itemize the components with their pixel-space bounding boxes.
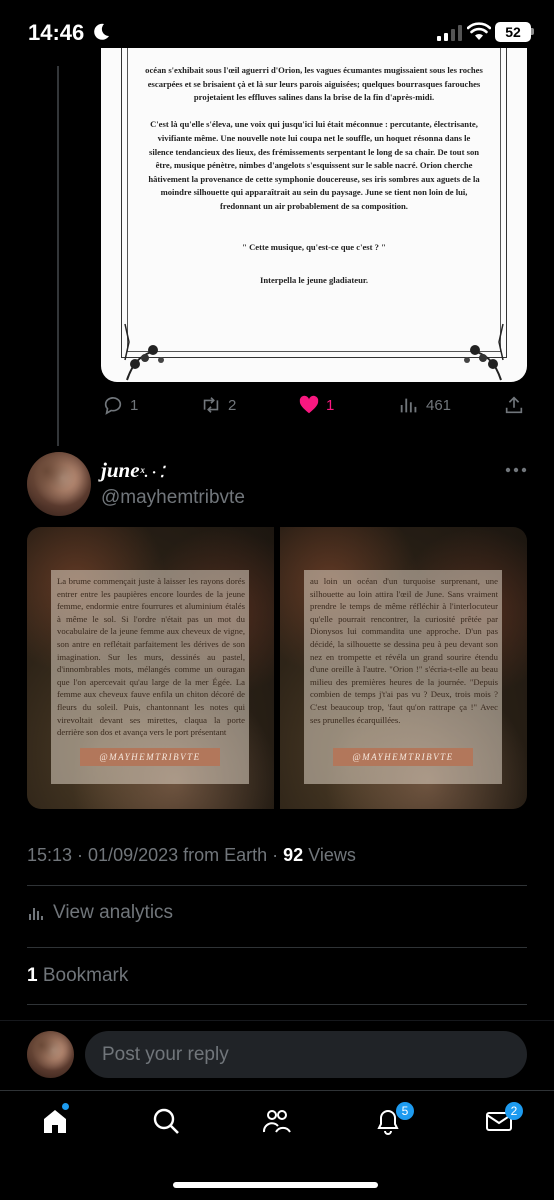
author-avatar[interactable] [27,452,91,516]
notifications-badge: 5 [396,1102,414,1120]
card-text: océan s'exhibait sous l'œil aguerri d'Or… [145,64,483,301]
card-paragraph: océan s'exhibait sous l'œil aguerri d'Or… [145,65,483,103]
home-icon[interactable] [40,1106,70,1136]
card-paragraph: " Cette musique, qu'est-ce que c'est ? " [242,241,386,252]
author-name[interactable]: juneˣ. · ⁚ [101,458,164,483]
reply-count: 1 [130,396,139,414]
heart-icon [299,395,319,414]
analytics-icon [29,908,43,920]
tweet-view-count: 92 [283,845,304,865]
photo-watermark: @MAYHEMTRIBVTE [80,748,220,766]
media-photo-right[interactable]: au loin un océan d'un turquoise surprena… [280,527,527,809]
communities-icon[interactable] [262,1106,292,1136]
reply-input[interactable]: Post your reply [85,1031,527,1078]
bookmark-count-link[interactable]: 1 Bookmark [27,965,128,987]
reply-icon [104,397,122,415]
card-paragraph: Interpella le jeune gladiateur. [259,275,369,286]
share-action[interactable] [503,394,525,416]
repost-action[interactable]: 2 [200,394,236,416]
battery-tip [531,28,534,35]
bookmark-label: Bookmark [37,965,129,986]
view-analytics-label: View analytics [53,902,174,923]
media-photo-left[interactable]: La brume commençait juste à laisser les … [27,527,274,809]
story-card-image[interactable]: océan s'exhibait sous l'œil aguerri d'Or… [101,48,527,382]
author-name-decoration: ˣ. · ⁚ [139,465,165,481]
home-unread-dot [62,1103,69,1110]
reply-action[interactable]: 1 [102,394,138,416]
search-icon[interactable] [151,1106,181,1136]
bookmark-count: 1 [27,965,38,986]
status-time: 14:46 [28,20,85,45]
messages-badge: 2 [505,1102,523,1120]
photo-text: La brume commençait juste à laisser les … [57,576,245,738]
like-action[interactable]: 1 [298,394,334,416]
tweet-timestamp: 15:13 · 01/09/2023 from Earth · [27,845,284,865]
cellular-signal-icon [437,25,462,41]
like-count: 1 [326,396,335,414]
tweet-views-label: Views [303,845,356,865]
photo-text: au loin un océan d'un turquoise surprena… [310,576,498,725]
more-options-icon[interactable] [505,466,527,474]
author-name-text: june [101,458,140,482]
share-icon [505,396,523,414]
tweet-meta: 15:13 · 01/09/2023 from Earth · 92 Views [27,845,356,866]
moon-icon [94,23,109,40]
wifi-icon [467,22,491,40]
divider [27,885,527,886]
repost-count: 2 [228,396,237,414]
repost-icon [203,397,219,413]
view-analytics-link[interactable]: View analytics [27,902,173,924]
divider [27,947,527,948]
thread-line [57,66,59,446]
photo-watermark: @MAYHEMTRIBVTE [333,748,473,766]
views-icon [400,398,417,413]
floral-ornament-icon [464,323,504,381]
card-paragraph: C'est là qu'elle s'éleva, une voix qui j… [148,119,480,211]
user-avatar[interactable] [27,1031,74,1078]
home-indicator [173,1182,378,1188]
author-handle[interactable]: @mayhemtribvte [101,487,245,509]
views-count: 461 [426,396,452,414]
divider [27,1004,527,1005]
views-action[interactable]: 461 [398,394,451,416]
battery-indicator: 52 [495,22,531,42]
floral-ornament-icon [124,323,164,381]
